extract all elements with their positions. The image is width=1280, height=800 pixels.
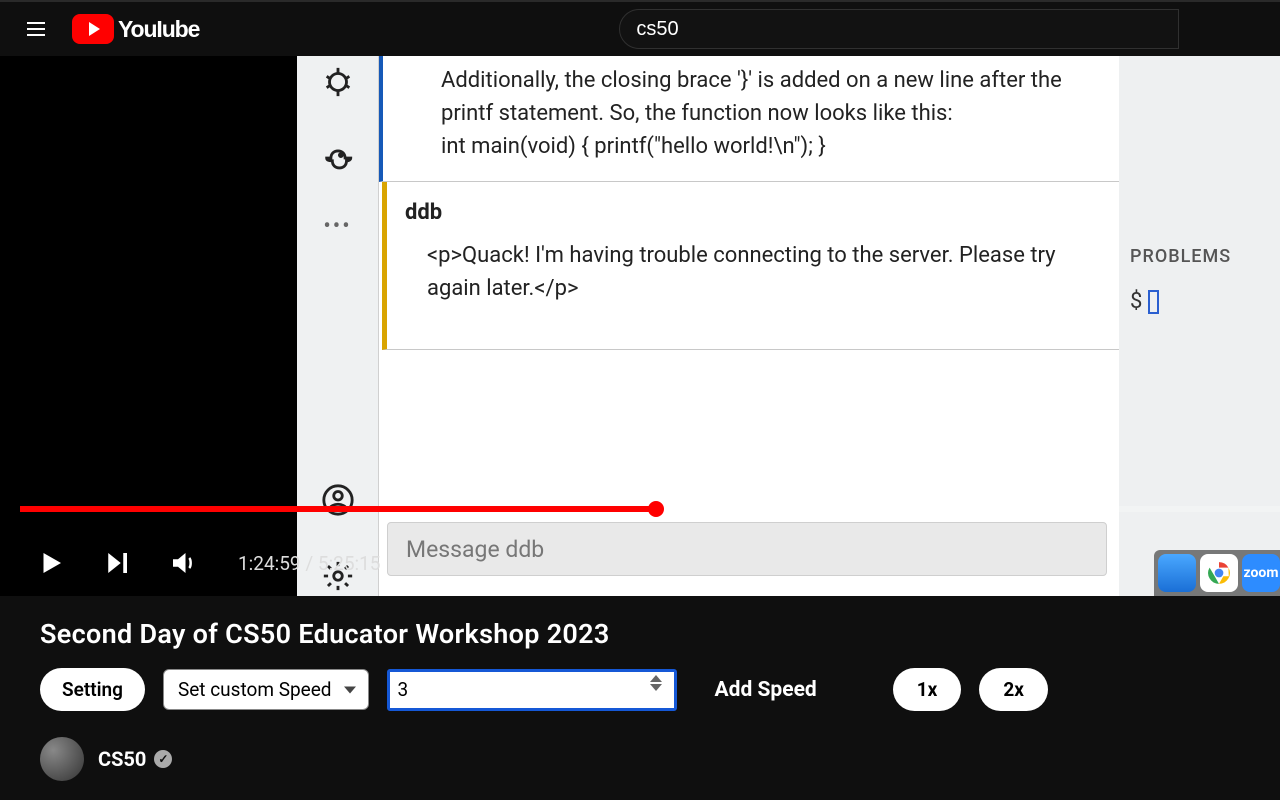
problems-header: PROBLEMS [1130, 246, 1280, 267]
setting-button[interactable]: Setting [40, 668, 145, 711]
channel-row: CS50 [40, 737, 1240, 781]
spinner-arrows-icon[interactable] [650, 675, 670, 691]
custom-speed-value: 3 [398, 678, 409, 701]
timecode: 1:24:59 / 5:25:15 [238, 552, 381, 575]
chat-message: ddb <p>Quack! I'm having trouble connect… [382, 182, 1119, 350]
terminal-prompt: $ [1130, 289, 1280, 314]
video-title: Second Day of CS50 Educator Workshop 202… [40, 618, 1240, 650]
more-icon: ••• [323, 214, 351, 239]
speed-1x-button[interactable]: 1x [893, 668, 962, 711]
play-button[interactable] [36, 548, 66, 578]
speed-extension-row: Setting Set custom Speed 3 Add Speed 1x … [40, 668, 1240, 711]
custom-speed-input[interactable]: 3 [387, 669, 677, 711]
topbar: YouIube [0, 0, 1280, 56]
play-logo-icon [72, 14, 114, 44]
search-input[interactable] [636, 18, 1162, 41]
bug-icon [318, 62, 358, 102]
channel-avatar[interactable] [40, 737, 84, 781]
speed-2x-button[interactable]: 2x [979, 668, 1048, 711]
progress-bar[interactable] [20, 506, 1280, 512]
terminal-cursor-icon [1148, 290, 1159, 314]
prompt-symbol: $ [1130, 289, 1142, 314]
duck-icon [318, 138, 358, 178]
video-player[interactable]: ••• Additionally, the closing brace '}' … [0, 56, 1280, 596]
below-video: Second Day of CS50 Educator Workshop 202… [0, 596, 1280, 781]
chat-sender: ddb [405, 200, 1089, 225]
player-controls: 1:24:59 / 5:25:15 [0, 530, 1280, 596]
chat-panel: Additionally, the closing brace '}' is a… [379, 56, 1119, 596]
chat-code-line: int main(void) { printf("hello world!\n"… [441, 130, 1089, 163]
time-current: 1:24:59 [238, 552, 301, 575]
channel-name-text: CS50 [98, 747, 146, 771]
custom-speed-label: Set custom Speed [178, 678, 332, 701]
time-total: 5:25:15 [318, 552, 381, 575]
next-button[interactable] [102, 548, 132, 578]
add-speed-label: Add Speed [715, 678, 817, 702]
progress-played [20, 506, 656, 512]
volume-button[interactable] [168, 548, 198, 578]
verified-badge-icon [154, 750, 172, 768]
chat-body: <p>Quack! I'm having trouble connecting … [405, 239, 1089, 305]
logo-text: YouIube [118, 16, 199, 43]
problems-panel: PROBLEMS $ [1130, 246, 1280, 314]
custom-speed-select[interactable]: Set custom Speed [163, 669, 369, 710]
time-sep: / [305, 552, 318, 575]
youtube-logo[interactable]: YouIube [72, 14, 199, 44]
channel-name[interactable]: CS50 [98, 747, 172, 771]
ide-activity-bar: ••• [297, 56, 379, 596]
account-icon [318, 480, 358, 520]
search-box[interactable] [619, 9, 1179, 49]
chat-prev-message: Additionally, the closing brace '}' is a… [379, 56, 1119, 182]
chat-line: Additionally, the closing brace '}' is a… [441, 64, 1089, 130]
menu-button[interactable] [16, 9, 56, 49]
video-frame-content: ••• Additionally, the closing brace '}' … [297, 56, 1280, 596]
